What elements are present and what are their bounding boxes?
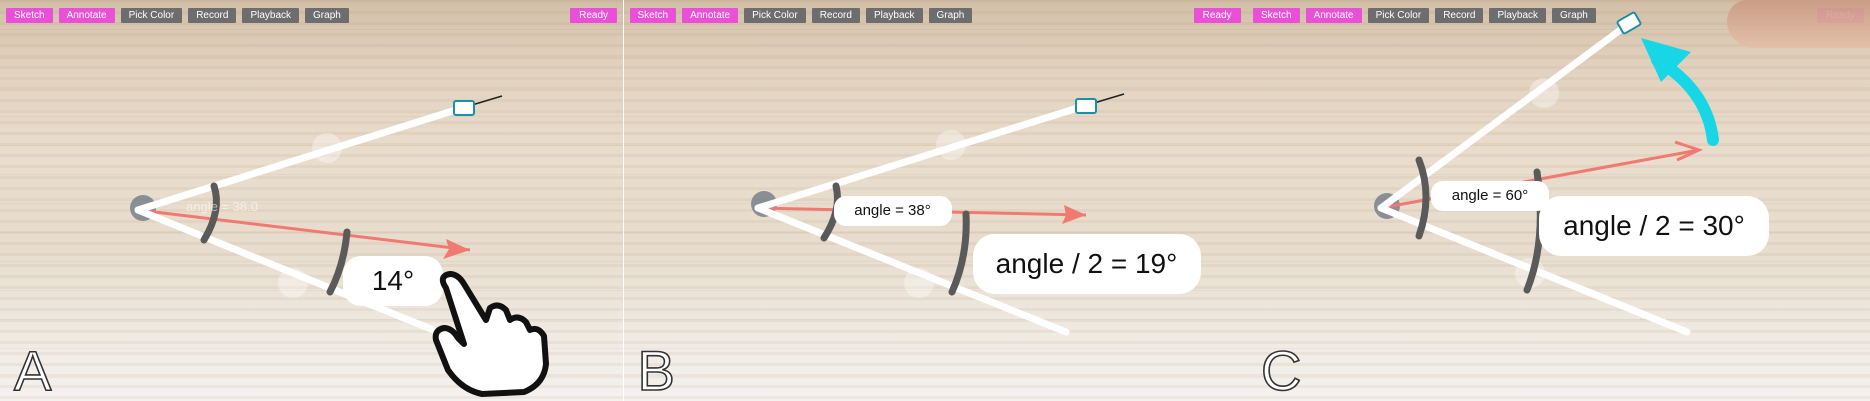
angle-readout: angle = 38.0 — [186, 199, 258, 214]
panel-a: Sketch Annotate Pick Color Record Playba… — [0, 0, 623, 401]
angle-readout: angle = 38° — [833, 196, 952, 226]
measure-label: angle / 2 = 19° — [972, 234, 1201, 294]
hand-pointer-icon — [432, 271, 549, 397]
panel-c: Sketch Annotate Pick Color Record Playba… — [1247, 0, 1870, 401]
panel-letter: B — [637, 339, 676, 401]
sensor-tag — [453, 100, 475, 116]
panel-b: Sketch Annotate Pick Color Record Playba… — [623, 0, 1247, 401]
bisector-arrowhead — [443, 239, 470, 259]
measure-label: angle / 2 = 30° — [1539, 196, 1769, 256]
panel-letter: A — [13, 339, 52, 401]
figure-strip: Sketch Annotate Pick Color Record Playba… — [0, 0, 1870, 401]
angle-readout: angle = 60° — [1431, 181, 1549, 211]
panel-letter: C — [1260, 339, 1302, 401]
half-angle-arc — [948, 210, 970, 296]
angle-arc — [1415, 156, 1430, 240]
sensor-tag — [1074, 98, 1097, 114]
upper-arm — [754, 102, 1087, 212]
upper-arm — [134, 104, 466, 214]
